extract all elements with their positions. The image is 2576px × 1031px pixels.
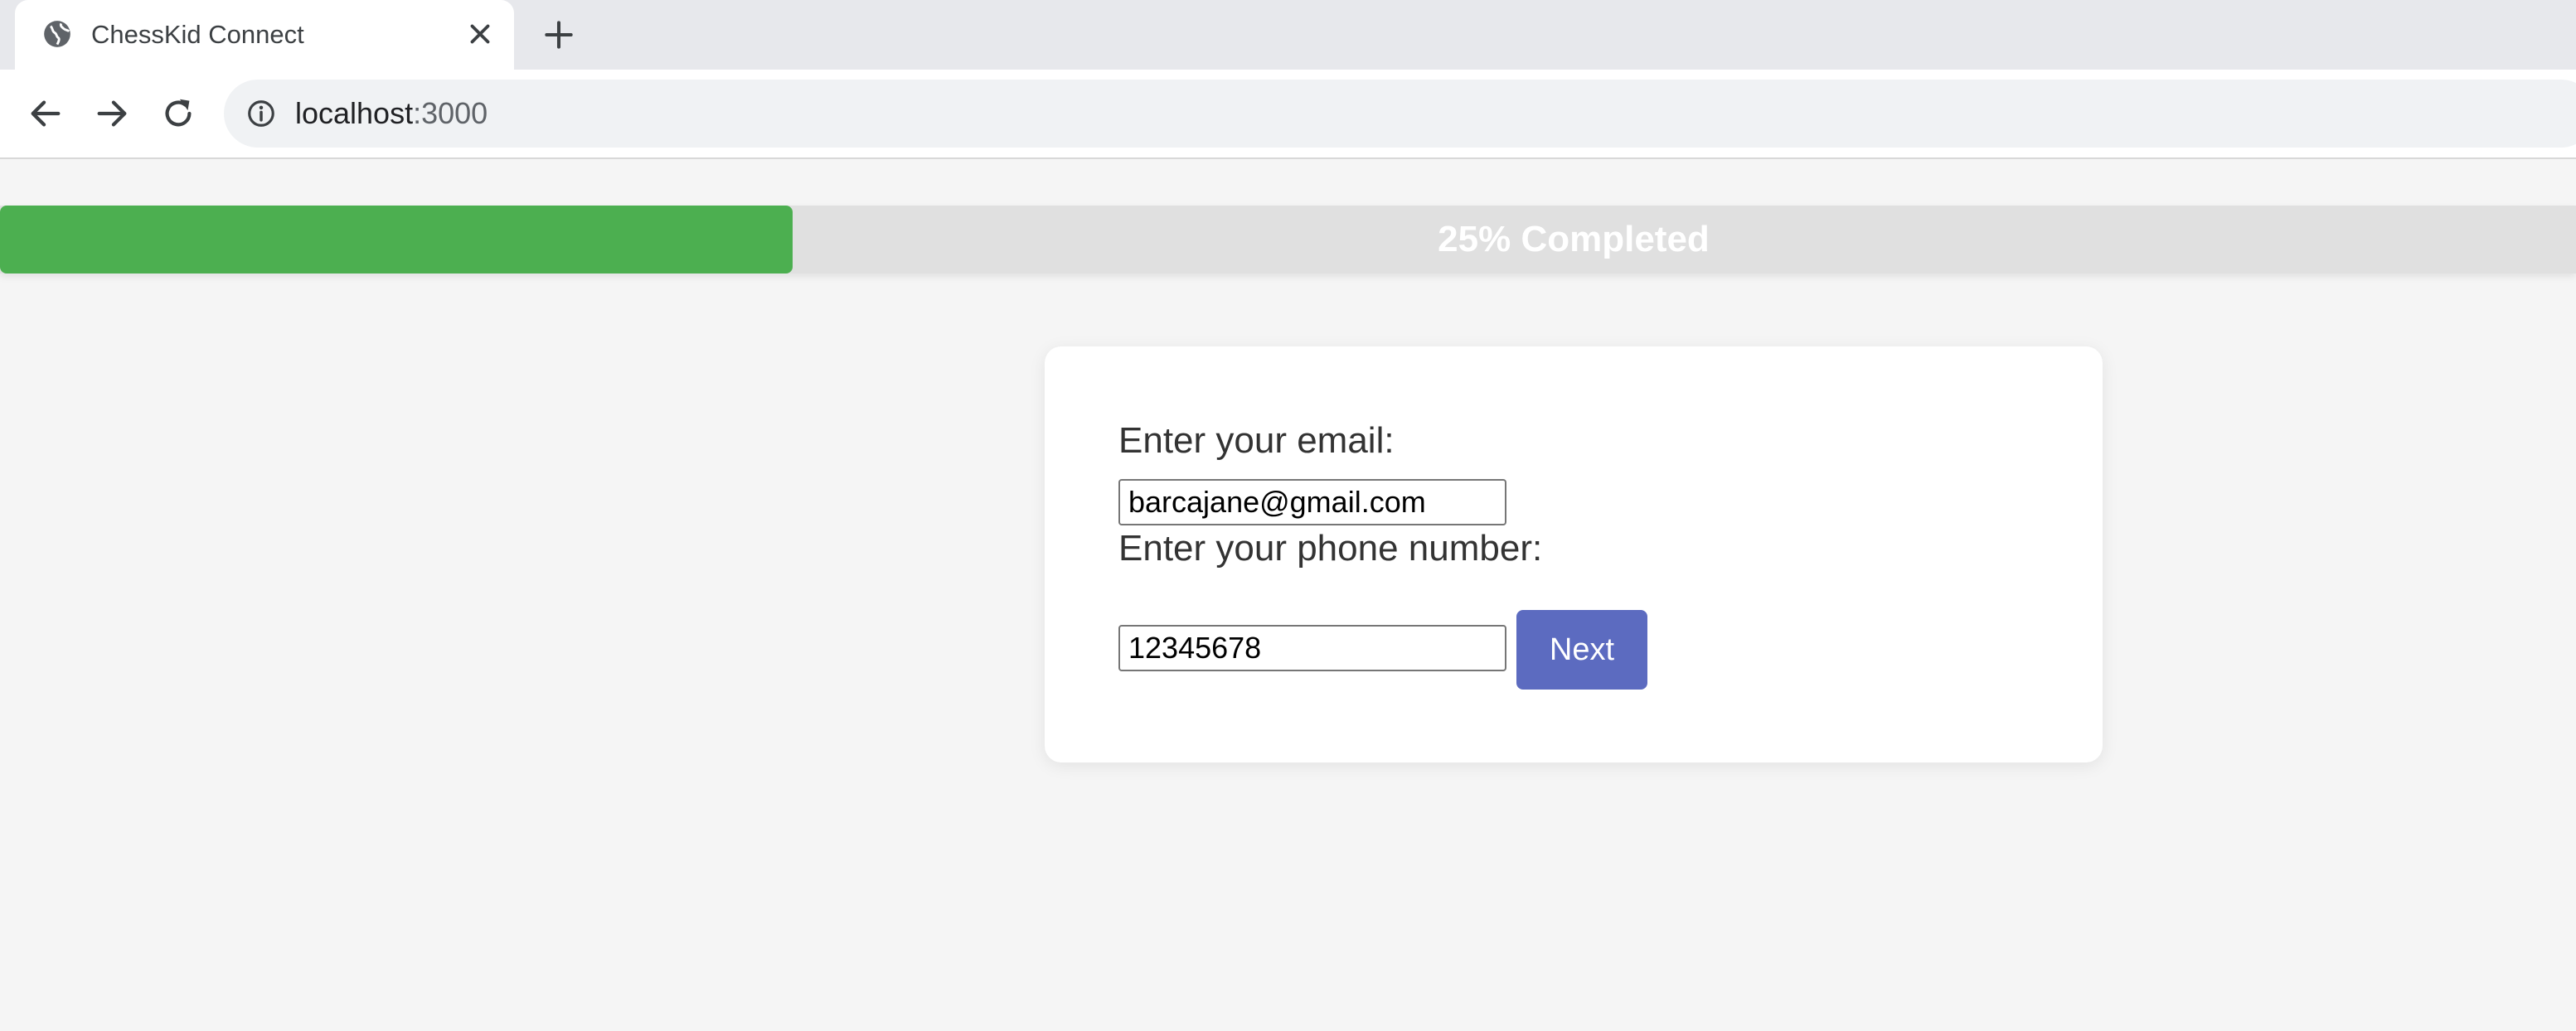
close-icon[interactable] — [464, 18, 496, 50]
progress-bar: 25% Completed — [0, 206, 2576, 273]
url-text[interactable]: localhost:3000 — [295, 80, 488, 148]
globe-icon — [44, 21, 70, 47]
reload-icon[interactable] — [159, 94, 197, 133]
url-port: :3000 — [413, 96, 488, 130]
tab-title: ChessKid Connect — [91, 20, 304, 49]
info-icon[interactable] — [245, 98, 277, 129]
url-host: localhost — [295, 96, 414, 130]
phone-field[interactable] — [1118, 625, 1506, 671]
browser-chrome: ChessKid Connect localhost:3000 — [0, 0, 2576, 159]
phone-label: Enter your phone number: — [1118, 528, 1543, 569]
address-bar[interactable]: localhost:3000 — [224, 80, 2576, 148]
arrow-left-icon[interactable] — [27, 94, 65, 133]
signup-form-card: Enter your email: Enter your phone numbe… — [1045, 346, 2103, 762]
email-label: Enter your email: — [1118, 420, 1395, 461]
tab-strip: ChessKid Connect — [0, 0, 2576, 70]
arrow-right-icon[interactable] — [93, 94, 131, 133]
browser-tab[interactable]: ChessKid Connect — [15, 0, 514, 70]
next-button[interactable]: Next — [1516, 610, 1647, 690]
plus-icon[interactable] — [541, 17, 577, 53]
browser-toolbar: localhost:3000 — [0, 70, 2576, 159]
email-field[interactable] — [1118, 479, 1506, 525]
progress-label: 25% Completed — [1438, 219, 1710, 259]
